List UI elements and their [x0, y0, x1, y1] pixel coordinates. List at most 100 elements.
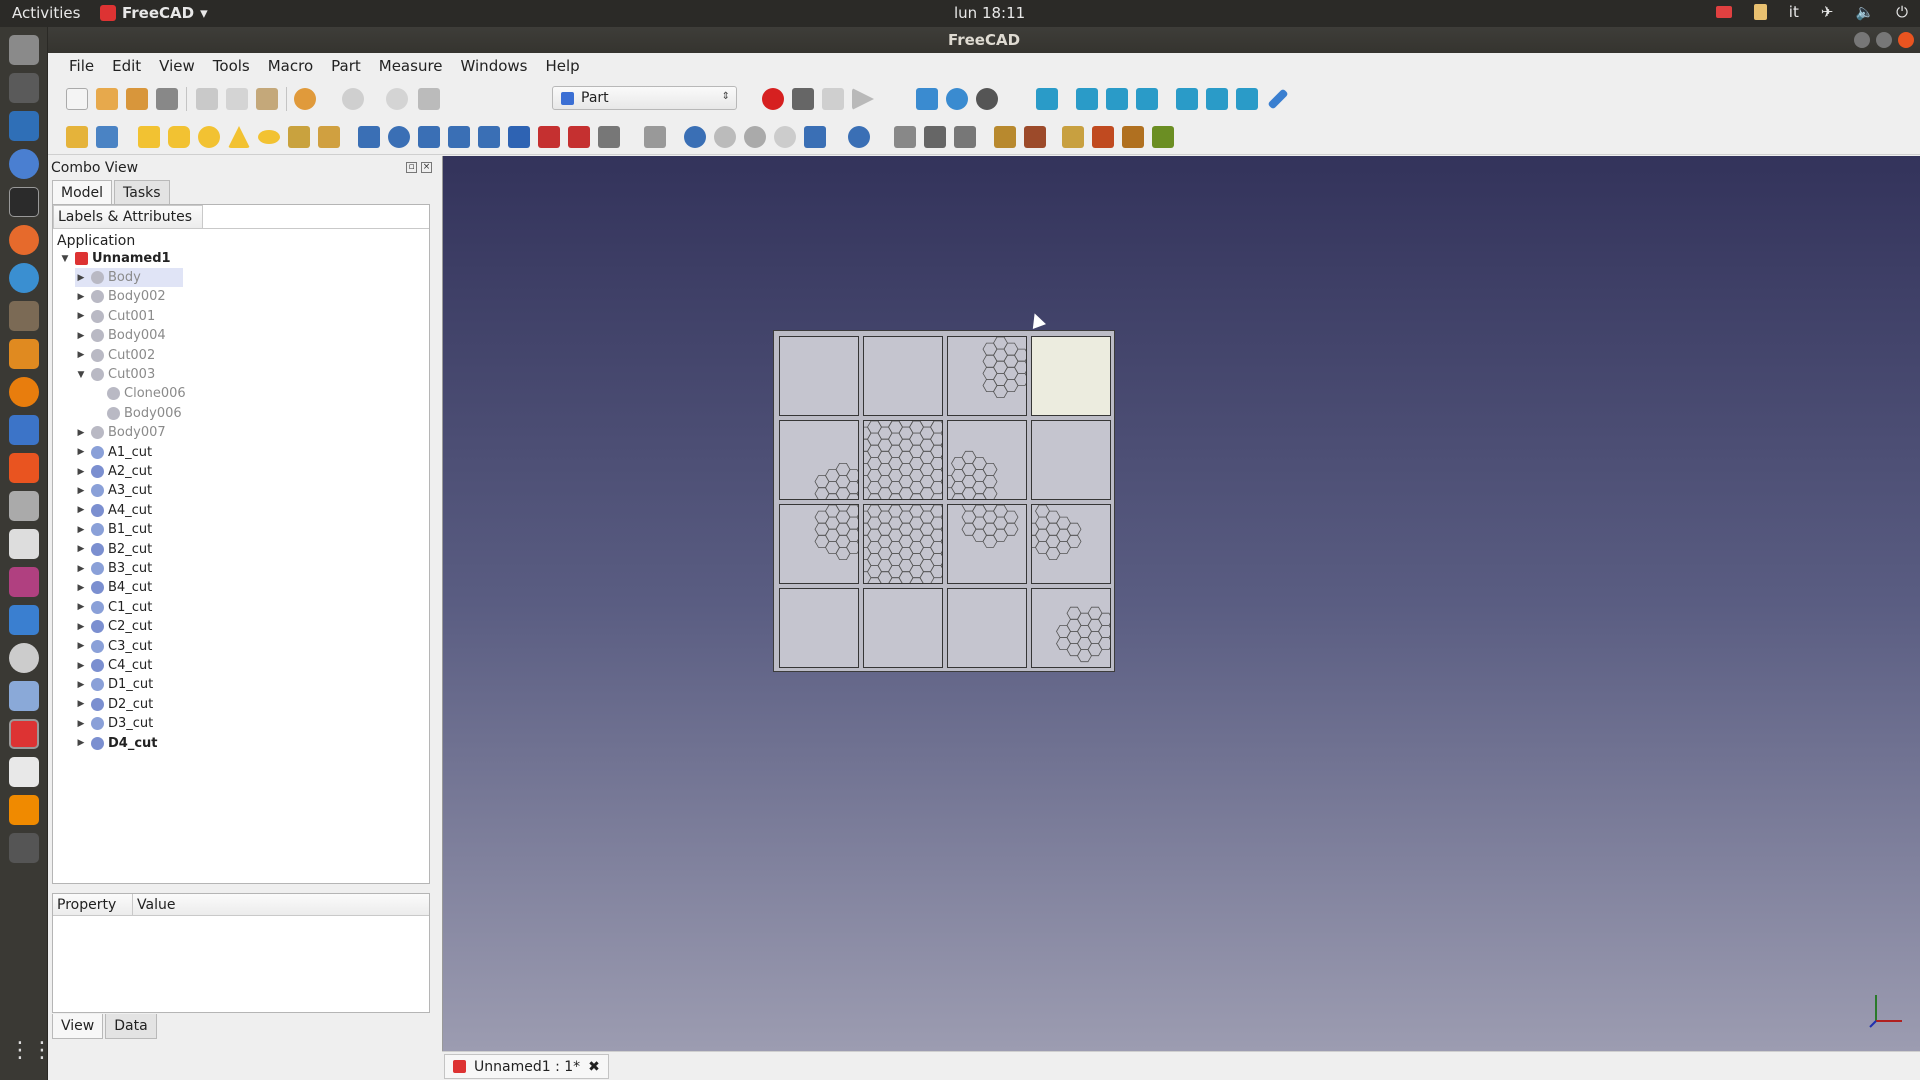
chromium-icon[interactable] [9, 149, 39, 179]
expand-arrow-icon[interactable]: ▶ [75, 292, 87, 302]
float-panel-icon[interactable]: ▫ [406, 162, 417, 173]
menu-edit[interactable]: Edit [103, 53, 150, 79]
expand-arrow-icon[interactable]: ▶ [75, 447, 87, 457]
new-document-icon[interactable] [66, 88, 88, 110]
expand-arrow-icon[interactable]: ▶ [75, 661, 87, 671]
firefox-icon[interactable] [9, 225, 39, 255]
tree-item[interactable]: ▶ A4_cut [75, 501, 153, 520]
expand-arrow-icon[interactable]: ▶ [75, 719, 87, 729]
tree-item[interactable]: ▶ Body002 [75, 287, 166, 306]
fit-all-icon[interactable] [916, 88, 938, 110]
cube-icon[interactable] [138, 126, 160, 148]
writer-icon[interactable] [9, 111, 39, 141]
menu-macro[interactable]: Macro [259, 53, 322, 79]
files-icon[interactable] [9, 35, 39, 65]
cut-icon[interactable] [196, 88, 218, 110]
tree-item[interactable]: ▶ B2_cut [75, 540, 153, 559]
tree-item[interactable]: ▶ Cut002 [75, 346, 156, 365]
cut-shape-icon[interactable] [714, 126, 736, 148]
minimize-button[interactable] [1854, 32, 1870, 48]
show-apps-icon[interactable]: ⋮⋮ [9, 1037, 53, 1067]
tile-cell[interactable] [1031, 504, 1111, 584]
compound-icon[interactable] [894, 126, 916, 148]
tile-cell[interactable] [1031, 588, 1111, 668]
tile-cell[interactable] [863, 504, 943, 584]
make-face-icon[interactable] [508, 126, 530, 148]
tab-data[interactable]: Data [105, 1014, 157, 1039]
tile-cell[interactable] [779, 588, 859, 668]
torus-icon[interactable] [258, 130, 280, 144]
camera-icon[interactable] [1715, 6, 1732, 18]
bottom-view-icon[interactable] [1206, 88, 1228, 110]
expand-arrow-icon[interactable]: ▶ [75, 350, 87, 360]
tree-item[interactable]: ▶ D1_cut [75, 675, 154, 694]
expand-arrow-icon[interactable]: ▶ [75, 331, 87, 341]
menu-help[interactable]: Help [536, 53, 588, 79]
defeaturing-icon[interactable] [1024, 126, 1046, 148]
eye-app-icon[interactable] [9, 643, 39, 673]
expand-arrow-icon[interactable]: ▼ [59, 254, 71, 264]
tab-view[interactable]: View [52, 1014, 104, 1039]
tree-item[interactable]: ▶ Body004 [75, 326, 166, 345]
browser-icon[interactable] [9, 263, 39, 293]
expand-arrow-icon[interactable]: ▶ [75, 525, 87, 535]
activities-button[interactable]: Activities [12, 4, 80, 22]
value-column-header[interactable]: Value [133, 894, 429, 915]
tree-item[interactable]: ▶ C4_cut [75, 656, 153, 675]
tree-item[interactable]: ▶ C1_cut [75, 598, 153, 617]
tile-cell[interactable] [779, 420, 859, 500]
expand-arrow-icon[interactable]: ▶ [75, 311, 87, 321]
menu-measure[interactable]: Measure [370, 53, 452, 79]
print-icon[interactable] [156, 88, 178, 110]
video-editor-icon[interactable] [9, 833, 39, 863]
rear-view-icon[interactable] [1176, 88, 1198, 110]
tile-cell[interactable] [1031, 420, 1111, 500]
inkscape-icon[interactable] [9, 73, 39, 103]
sweep-icon[interactable] [598, 126, 620, 148]
volume-icon[interactable]: 🔈 [1855, 3, 1874, 21]
tree-item[interactable]: ▶ D4_cut [75, 734, 158, 753]
stop-macro-icon[interactable] [792, 88, 814, 110]
tree-item[interactable]: ▶ C2_cut [75, 617, 153, 636]
mirror-icon[interactable] [418, 126, 440, 148]
clock[interactable]: lun 18:11 [954, 4, 1025, 22]
tree-item[interactable]: ▶ B1_cut [75, 520, 153, 539]
power-icon[interactable]: ⏻ [1896, 3, 1908, 21]
expand-arrow-icon[interactable]: ▶ [75, 680, 87, 690]
property-column-header[interactable]: Property [53, 894, 133, 915]
edit-macro-icon[interactable] [822, 88, 844, 110]
tree-item[interactable]: ▼ Cut003 [75, 365, 156, 384]
cube-app-icon[interactable] [9, 681, 39, 711]
create-group-icon[interactable] [96, 126, 118, 148]
tile-cell[interactable] [1031, 336, 1111, 416]
app-menu[interactable]: FreeCAD ▾ [100, 4, 208, 22]
collapse-arrow-icon[interactable]: ▼ [75, 370, 87, 380]
clipboard-icon[interactable] [1753, 4, 1767, 20]
cone-icon[interactable] [228, 126, 250, 148]
blender-icon[interactable] [9, 377, 39, 407]
tile-cell[interactable] [947, 588, 1027, 668]
tree-item[interactable]: ▶ Body [75, 268, 183, 287]
close-panel-icon[interactable]: × [421, 162, 432, 173]
fit-selection-icon[interactable] [946, 88, 968, 110]
menu-part[interactable]: Part [322, 53, 370, 79]
tree-item[interactable]: ▶ D2_cut [75, 695, 154, 714]
expand-arrow-icon[interactable]: ▶ [75, 505, 87, 515]
create-part-icon[interactable] [66, 126, 88, 148]
close-tab-icon[interactable]: ✖ [588, 1059, 600, 1075]
close-button[interactable] [1898, 32, 1914, 48]
fillet-icon[interactable] [448, 126, 470, 148]
refresh-icon[interactable] [386, 88, 408, 110]
software-center-icon[interactable] [9, 453, 39, 483]
offset-icon[interactable] [924, 126, 946, 148]
diagram-icon[interactable] [9, 339, 39, 369]
tree-item[interactable]: ▶ B3_cut [75, 559, 153, 578]
tree-item[interactable]: ▶ B4_cut [75, 578, 153, 597]
ruled-surface-icon[interactable] [538, 126, 560, 148]
tree-column-header[interactable]: Labels & Attributes [53, 205, 203, 229]
copy-icon[interactable] [226, 88, 248, 110]
expand-arrow-icon[interactable]: ▶ [75, 602, 87, 612]
tree-item[interactable]: ▶ A2_cut [75, 462, 153, 481]
tile-cell[interactable] [863, 588, 943, 668]
record-macro-icon[interactable] [762, 88, 784, 110]
